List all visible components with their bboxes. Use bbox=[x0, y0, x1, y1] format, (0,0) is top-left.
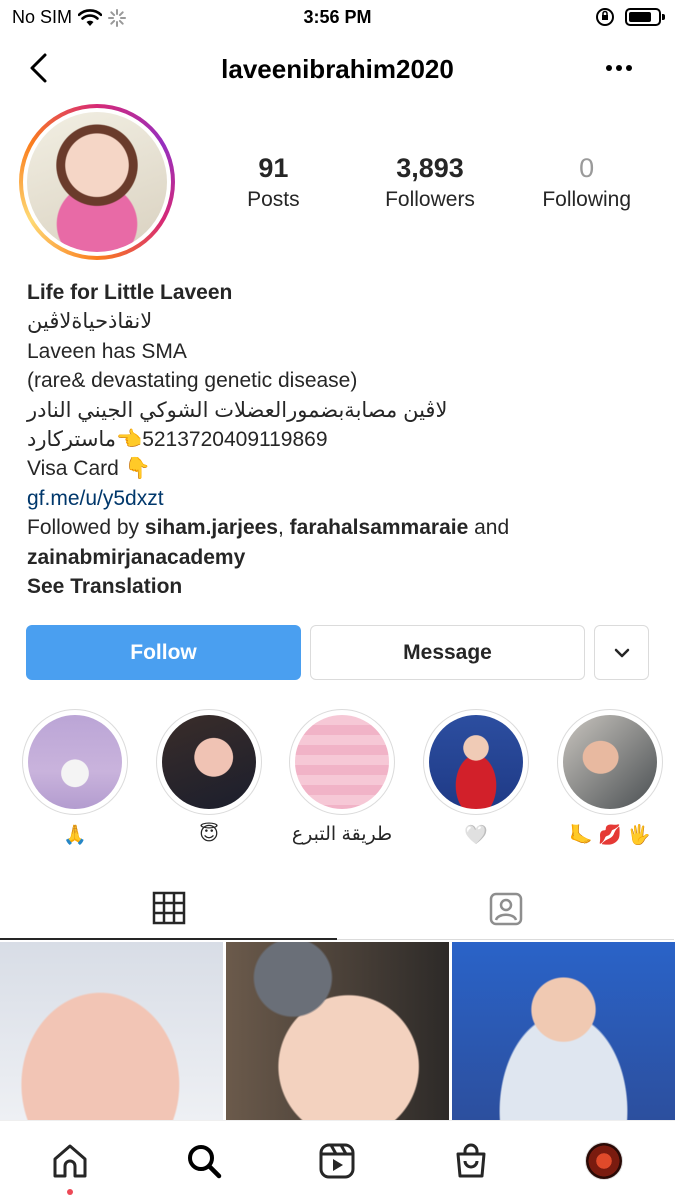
highlight-ring bbox=[289, 709, 395, 815]
profile-bio: Life for Little Laveen لانقاذحياةلاڤين L… bbox=[27, 278, 652, 601]
following-count: 0 bbox=[579, 153, 595, 183]
tab-posts-grid[interactable] bbox=[0, 878, 337, 940]
following-label: Following bbox=[542, 188, 632, 211]
bio-line: لاڤين مصابةبضمورالعضلات الشوكي الجيني ال… bbox=[27, 398, 448, 422]
shop-icon bbox=[456, 1143, 486, 1178]
notification-dot bbox=[67, 1189, 73, 1195]
highlight-ring bbox=[423, 709, 529, 815]
highlight-cover bbox=[429, 715, 523, 809]
highlight-label: 🤍 bbox=[464, 825, 488, 846]
orientation-lock-icon bbox=[596, 8, 614, 26]
highlight-label: 🦶 💋 🖐 bbox=[569, 825, 651, 846]
highlight-label: طريقة التبرع bbox=[291, 824, 393, 845]
more-dot-icon bbox=[616, 65, 622, 71]
post-thumbnail[interactable] bbox=[0, 942, 223, 1120]
following-stat[interactable]: 0 Following bbox=[508, 153, 665, 212]
nav-home[interactable] bbox=[48, 1139, 92, 1183]
display-name: Life for Little Laveen bbox=[27, 281, 233, 304]
story-highlight[interactable]: 🤍 bbox=[423, 709, 529, 847]
bio-link[interactable]: gf.me/u/y5dxzt bbox=[27, 484, 652, 513]
status-bar: No SIM 3:56 PM bbox=[0, 0, 675, 36]
bio-line: 5213720409119869👈ماستركارد bbox=[27, 428, 328, 452]
highlight-cover bbox=[28, 715, 122, 809]
nav-shop[interactable] bbox=[449, 1139, 493, 1183]
highlight-cover bbox=[563, 715, 657, 809]
nav-profile[interactable] bbox=[582, 1139, 626, 1183]
posts-grid bbox=[0, 942, 675, 1120]
story-highlight[interactable]: طريقة التبرع bbox=[289, 709, 395, 846]
story-highlight[interactable]: 😇 bbox=[156, 709, 262, 846]
avatar-border bbox=[23, 108, 171, 256]
highlight-ring bbox=[22, 709, 128, 815]
followed-by-user: farahalsammaraie bbox=[289, 516, 469, 540]
posts-count: 91 bbox=[258, 153, 289, 183]
battery-icon bbox=[625, 8, 665, 26]
highlight-cover bbox=[295, 715, 389, 809]
profile-stats: 91 Posts 3,893 Followers 0 Following bbox=[195, 153, 665, 212]
highlight-label: 🙏 bbox=[63, 825, 87, 846]
followed-by-user: siham.jarjees bbox=[144, 516, 278, 540]
story-highlight[interactable]: 🙏 bbox=[22, 709, 128, 847]
highlight-ring bbox=[557, 709, 663, 815]
nav-reels[interactable] bbox=[315, 1139, 359, 1183]
tagged-icon bbox=[489, 892, 522, 925]
followers-count: 3,893 bbox=[396, 153, 464, 183]
followers-stat[interactable]: 3,893 Followers bbox=[352, 153, 509, 212]
followed-by-separator: , bbox=[277, 516, 290, 540]
followed-by-text[interactable]: Followed by siham.jarjees, farahalsammar… bbox=[27, 513, 652, 542]
highlight-cover bbox=[162, 715, 256, 809]
story-highlight[interactable]: 🦶 💋 🖐 bbox=[557, 709, 663, 847]
see-translation-link[interactable]: See Translation bbox=[27, 572, 652, 601]
page-title: laveenibrahim2020 bbox=[221, 54, 454, 84]
message-button[interactable]: Message bbox=[310, 625, 585, 680]
posts-label: Posts bbox=[247, 188, 300, 211]
home-icon bbox=[53, 1144, 87, 1178]
bottom-nav bbox=[0, 1120, 675, 1200]
bio-line: Visa Card 👇 bbox=[27, 457, 151, 481]
more-options-button[interactable] bbox=[599, 50, 639, 86]
post-thumbnail[interactable] bbox=[452, 942, 675, 1120]
tab-tagged[interactable] bbox=[337, 878, 674, 940]
profile-tabs bbox=[0, 878, 675, 940]
profile-avatar-story-ring[interactable] bbox=[19, 104, 175, 260]
followed-by-user: zainabmirjanacademy bbox=[27, 545, 246, 569]
followed-by-prefix: Followed by bbox=[27, 516, 145, 540]
followed-by-and: and bbox=[468, 516, 510, 540]
more-dot-icon bbox=[626, 65, 632, 71]
bio-line: (rare& devastating genetic disease) bbox=[27, 369, 358, 393]
followers-label: Followers bbox=[385, 188, 475, 211]
more-dot-icon bbox=[606, 65, 612, 71]
follow-button[interactable]: Follow bbox=[26, 625, 301, 680]
reels-icon bbox=[319, 1143, 355, 1179]
status-right bbox=[595, 7, 665, 27]
profile-header: laveenibrahim2020 bbox=[0, 44, 675, 94]
followed-by-text-cont[interactable]: zainabmirjanacademy bbox=[27, 543, 652, 572]
profile-avatar bbox=[585, 1142, 623, 1180]
posts-stat[interactable]: 91 Posts bbox=[195, 153, 352, 212]
suggested-accounts-button[interactable] bbox=[594, 625, 649, 680]
grid-icon bbox=[152, 891, 185, 925]
search-icon bbox=[188, 1145, 222, 1179]
status-time: 3:56 PM bbox=[303, 7, 372, 27]
highlight-ring bbox=[156, 709, 262, 815]
highlight-label: 😇 bbox=[199, 824, 219, 845]
post-thumbnail[interactable] bbox=[226, 942, 449, 1120]
avatar bbox=[27, 112, 167, 252]
bio-line: Laveen has SMA bbox=[27, 339, 187, 363]
chevron-down-icon bbox=[614, 648, 629, 657]
nav-search[interactable] bbox=[182, 1139, 226, 1183]
bio-line: لانقاذحياةلاڤين bbox=[27, 310, 153, 334]
